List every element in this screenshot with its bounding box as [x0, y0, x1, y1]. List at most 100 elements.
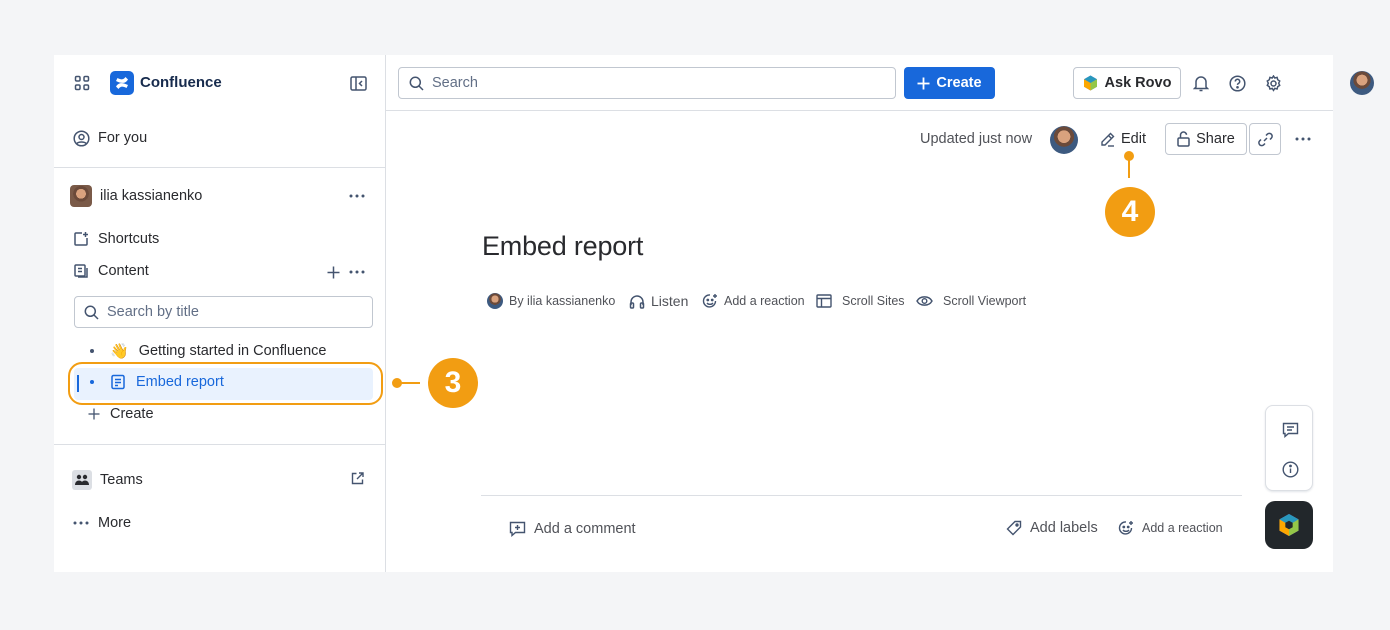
global-search-input[interactable]: Search: [398, 67, 896, 99]
add-content-icon[interactable]: [324, 263, 342, 281]
copy-link-button[interactable]: [1249, 123, 1281, 155]
share-button[interactable]: Share: [1165, 123, 1247, 155]
user-avatar: [70, 185, 92, 207]
sidebar-item-label: Shortcuts: [98, 231, 160, 247]
content-footer-divider: [481, 495, 1242, 496]
listen-label: Listen: [651, 293, 689, 309]
sidebar-space-owner[interactable]: ilia kassianenko: [70, 185, 202, 207]
callout-step-3: 3: [428, 358, 478, 408]
scroll-sites-button[interactable]: Scroll Sites: [816, 292, 905, 310]
comment-add-icon: [509, 520, 526, 537]
confluence-logo-icon[interactable]: [110, 71, 134, 95]
tag-icon: [1006, 520, 1022, 536]
space-more-icon[interactable]: [346, 187, 368, 205]
add-reaction-icon: [1118, 520, 1134, 536]
brand-name[interactable]: Confluence: [140, 74, 222, 91]
last-updated-text: Updated just now: [920, 131, 1033, 147]
profile-avatar[interactable]: [1350, 71, 1374, 95]
plus-icon: [917, 77, 930, 90]
sidebar-item-more[interactable]: More: [72, 514, 131, 532]
content-more-icon[interactable]: [346, 263, 368, 281]
byline-author[interactable]: By ilia kassianenko: [487, 292, 615, 310]
eye-icon: [916, 295, 933, 307]
scroll-viewport-label: Scroll Viewport: [943, 294, 1027, 308]
author-avatar: [487, 293, 503, 309]
external-link-icon[interactable]: [348, 469, 366, 487]
add-labels-label: Add labels: [1030, 520, 1098, 536]
footer-add-reaction-button[interactable]: Add a reaction: [1118, 520, 1223, 536]
rovo-logo-icon: [1083, 75, 1098, 91]
confluence-app: Confluence For you ilia kassianenko Shor…: [54, 55, 1374, 572]
callout-step-4: 4: [1105, 187, 1155, 237]
info-icon[interactable]: [1280, 459, 1300, 479]
add-labels-button[interactable]: Add labels: [1006, 520, 1098, 536]
tree-create-button[interactable]: Create: [88, 406, 154, 422]
pencil-icon: [1100, 132, 1115, 147]
sidebar-item-teams[interactable]: Teams: [72, 470, 143, 490]
user-circle-icon: [72, 129, 90, 147]
space-owner-name: ilia kassianenko: [100, 188, 203, 204]
share-button-label: Share: [1196, 131, 1235, 147]
more-dots-icon: [72, 514, 90, 532]
rovo-chat-button[interactable]: [1265, 501, 1313, 549]
content-icon: [72, 262, 90, 280]
callout-4-connector-line: [1128, 158, 1130, 178]
byline-add-reaction-button[interactable]: Add a reaction: [702, 292, 805, 310]
sidebar-item-label: More: [98, 515, 132, 531]
shortcut-icon: [72, 230, 90, 248]
floating-side-panel: [1265, 405, 1313, 491]
ask-rovo-button[interactable]: Ask Rovo: [1073, 67, 1181, 99]
unlock-icon: [1177, 131, 1190, 147]
sidebar-item-for-you[interactable]: For you: [72, 129, 147, 147]
sidebar-item-shortcuts[interactable]: Shortcuts: [72, 230, 159, 248]
tree-item-getting-started[interactable]: 👋 Getting started in Confluence: [90, 342, 327, 360]
listen-button[interactable]: Listen: [629, 292, 688, 310]
top-navigation-bar: Search Create Ask Rovo: [386, 55, 1374, 111]
rovo-logo-icon: [1278, 513, 1300, 537]
scroll-sites-label: Scroll Sites: [842, 294, 905, 308]
sidebar-item-label: Content: [98, 263, 149, 279]
callout-3-connector-line: [400, 382, 420, 384]
add-comment-button[interactable]: Add a comment: [509, 520, 636, 537]
create-button[interactable]: Create: [904, 67, 995, 99]
search-by-title-input[interactable]: Search by title: [74, 296, 373, 328]
headphones-icon: [629, 294, 645, 309]
create-label: Create: [110, 406, 154, 422]
tree-bullet: [90, 349, 94, 353]
sidebar-item-label: Teams: [100, 472, 143, 488]
plus-icon: [88, 408, 100, 420]
add-reaction-label: Add a reaction: [724, 294, 805, 308]
search-placeholder: Search: [432, 75, 478, 91]
page-more-icon[interactable]: [1292, 129, 1314, 149]
add-comment-label: Add a comment: [534, 520, 636, 537]
layout-icon: [816, 294, 832, 308]
search-placeholder: Search by title: [107, 304, 199, 320]
help-icon[interactable]: [1227, 73, 1247, 93]
page-title: Embed report: [482, 231, 644, 261]
link-icon: [1257, 132, 1273, 147]
collapse-sidebar-icon[interactable]: [348, 73, 368, 93]
teams-icon: [72, 470, 92, 490]
scroll-viewport-button[interactable]: Scroll Viewport: [916, 292, 1026, 310]
sidebar-divider: [54, 167, 385, 168]
sidebar: Confluence For you ilia kassianenko Shor…: [54, 55, 386, 572]
sidebar-header: Confluence: [54, 55, 385, 111]
app-switcher-icon[interactable]: [72, 73, 92, 93]
sidebar-divider: [54, 444, 385, 445]
settings-gear-icon[interactable]: [1263, 73, 1283, 93]
search-icon: [409, 76, 424, 91]
search-icon: [84, 305, 99, 320]
add-reaction-icon: [702, 293, 718, 309]
tree-item-label: Getting started in Confluence: [138, 343, 327, 359]
author-text: By ilia kassianenko: [509, 294, 616, 308]
step-3-highlight-ring: [68, 362, 383, 405]
contributor-avatar[interactable]: [1050, 126, 1078, 154]
ask-rovo-label: Ask Rovo: [1104, 75, 1172, 91]
edit-button-label: Edit: [1121, 131, 1146, 147]
comments-panel-icon[interactable]: [1280, 420, 1300, 440]
sidebar-item-content[interactable]: Content: [72, 262, 149, 280]
add-reaction-label: Add a reaction: [1142, 521, 1223, 535]
sidebar-item-label: For you: [98, 130, 148, 146]
edit-button[interactable]: Edit: [1100, 131, 1146, 147]
notifications-bell-icon[interactable]: [1191, 73, 1211, 93]
